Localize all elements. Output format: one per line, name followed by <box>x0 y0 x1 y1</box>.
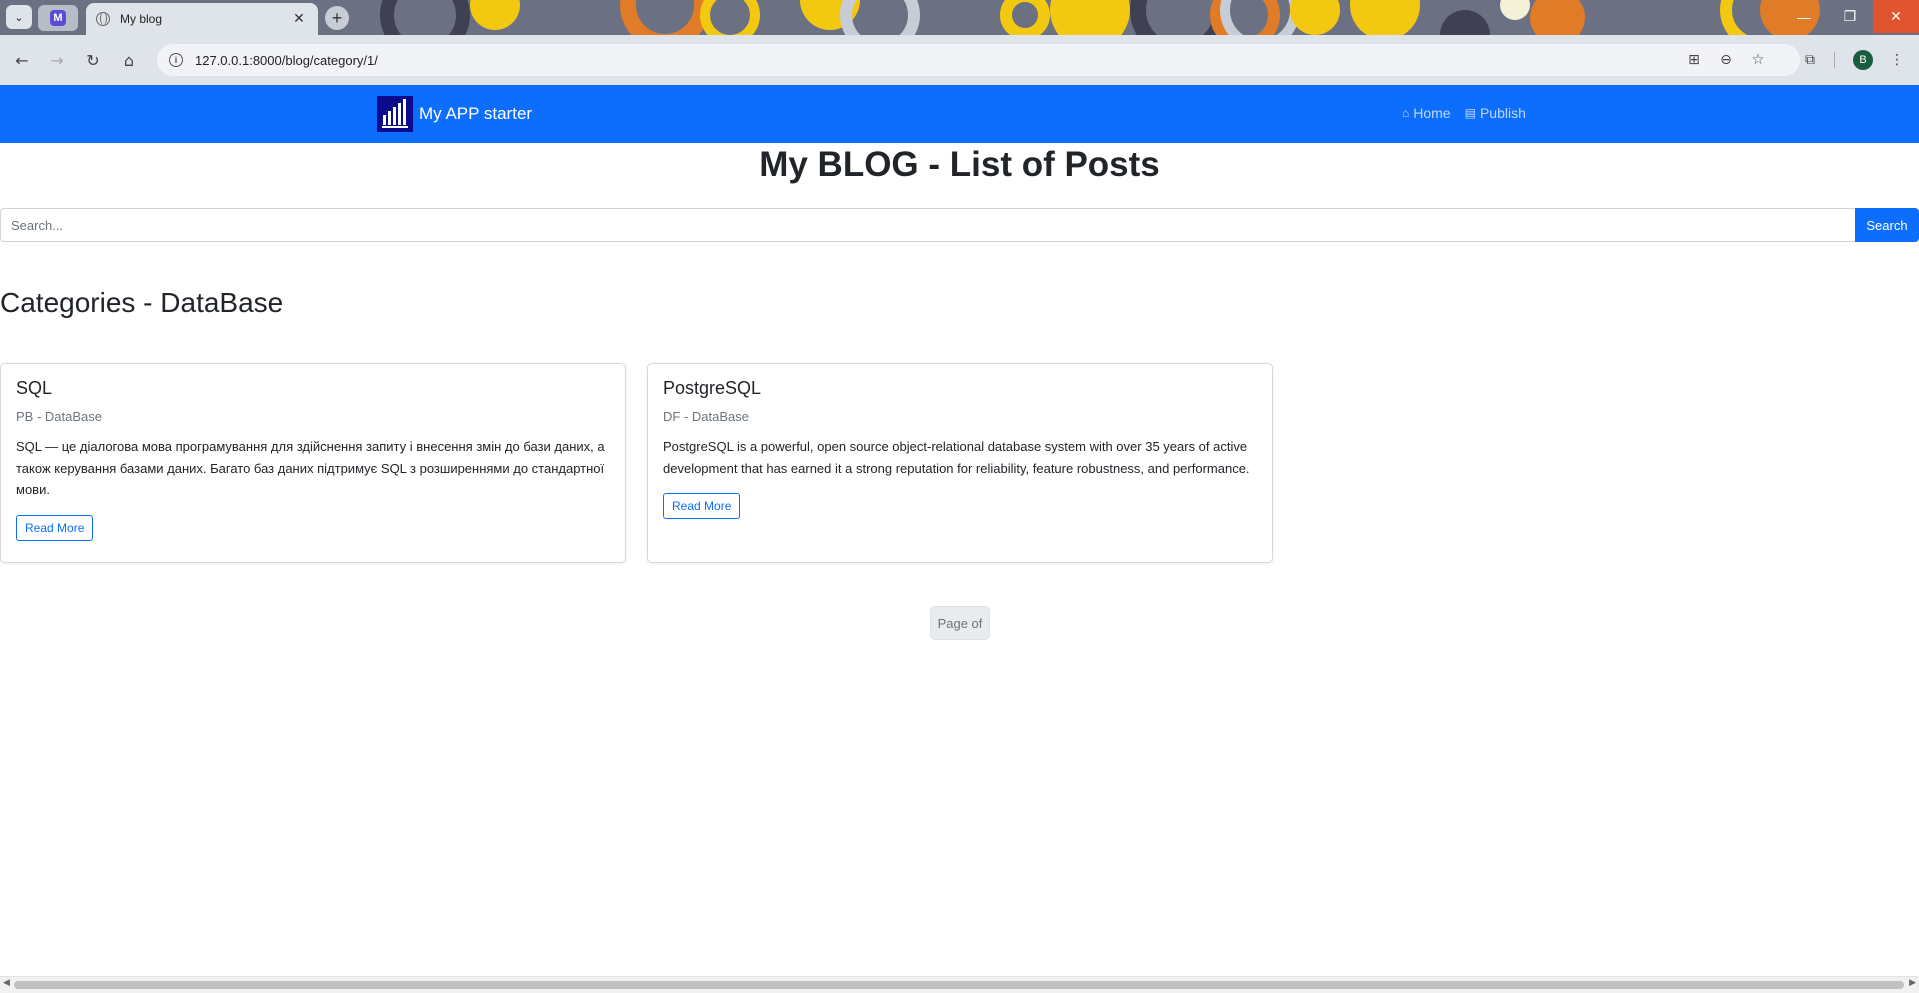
section-heading: Categories - DataBase <box>0 287 284 318</box>
brand-name: My APP starter <box>419 104 533 123</box>
profile-avatar[interactable]: B <box>1853 50 1873 70</box>
nav-link-home[interactable]: ⌂ Home <box>1402 105 1451 121</box>
nav-link-label: Publish <box>1479 105 1526 121</box>
read-more-button[interactable]: Read More <box>16 514 94 541</box>
decor-circle <box>620 0 710 35</box>
site-info-icon[interactable]: i <box>169 53 183 67</box>
scrollbar-thumb[interactable] <box>14 981 1904 989</box>
nav-links: ⌂ Home ▤ Publish <box>1402 105 1526 121</box>
tab-close-icon[interactable]: ✕ <box>290 11 308 27</box>
post-card: SQL PB - DataBase SQL — це діалогова мов… <box>0 363 626 563</box>
window-close-icon[interactable]: ✕ <box>1873 0 1919 33</box>
nav-link-publish[interactable]: ▤ Publish <box>1465 105 1526 121</box>
post-title: PostgreSQL <box>663 378 762 398</box>
window-controls: — ❐ ✕ <box>1781 0 1919 33</box>
reload-icon[interactable]: ↻ <box>83 50 103 70</box>
translate-icon[interactable]: ⊞ <box>1684 50 1704 70</box>
restore-icon[interactable]: ❐ <box>1827 0 1873 33</box>
home-button-icon[interactable]: ⌂ <box>119 50 139 70</box>
extensions-icon[interactable]: ⧉ <box>1800 50 1820 70</box>
tab-search-button[interactable]: ⌄ <box>6 5 32 29</box>
decor-circle <box>1350 0 1420 35</box>
pinned-tab-favicon: M <box>50 10 66 26</box>
pinned-tab[interactable]: M <box>38 5 78 31</box>
decor-circle <box>1290 0 1340 35</box>
url-text: 127.0.0.1:8000/blog/category/1/ <box>195 52 378 68</box>
minimize-icon[interactable]: — <box>1781 0 1827 33</box>
decor-circle <box>1050 0 1130 35</box>
post-card: PostgreSQL DF - DataBase PostgreSQL is a… <box>647 363 1273 563</box>
toolbar-separator <box>1834 52 1835 68</box>
decor-circle <box>470 0 520 30</box>
globe-icon <box>96 12 110 26</box>
search-form: Search <box>0 208 1919 242</box>
zoom-icon[interactable]: ⊖ <box>1716 50 1736 70</box>
brand-link[interactable]: My APP starter <box>377 96 532 132</box>
decor-circle <box>1440 10 1490 35</box>
back-arrow-icon[interactable]: ← <box>12 50 32 70</box>
forward-arrow-icon[interactable]: → <box>47 50 67 70</box>
new-tab-button[interactable]: + <box>325 6 349 30</box>
decor-circle <box>700 0 760 35</box>
address-bar[interactable]: i 127.0.0.1:8000/blog/category/1/ <box>157 44 1800 76</box>
book-icon: ▤ <box>1464 106 1476 120</box>
decor-circle <box>840 0 920 35</box>
scroll-left-icon[interactable]: ◀ <box>3 978 10 988</box>
post-subtitle: DF - DataBase <box>663 409 749 424</box>
read-more-button[interactable]: Read More <box>663 493 741 519</box>
decor-circle <box>1000 0 1050 35</box>
home-icon: ⌂ <box>1402 106 1410 120</box>
decor-circle <box>380 0 470 35</box>
post-title: SQL <box>16 378 53 398</box>
browser-tabstrip: ⌄ M My blog ✕ + — ❐ ✕ <box>0 0 1919 35</box>
site-navbar: My APP starter ⌂ Home ▤ Publish <box>0 85 1919 143</box>
nav-link-label: Home <box>1413 105 1451 121</box>
decor-circle <box>1530 0 1585 35</box>
pagination-current: Page of <box>930 606 990 640</box>
post-excerpt: SQL — це діалогова мова програмування дл… <box>16 439 605 497</box>
chevron-down-icon: ⌄ <box>14 10 24 24</box>
decor-circle <box>1220 0 1300 35</box>
post-excerpt: PostgreSQL is a powerful, open source ob… <box>663 439 1250 476</box>
brand-logo-icon <box>377 96 413 132</box>
menu-kebab-icon[interactable]: ⋮ <box>1887 50 1907 70</box>
search-input[interactable] <box>0 208 1855 242</box>
scroll-right-icon[interactable]: ▶ <box>1909 978 1916 988</box>
browser-toolbar: ← → ↻ ⌂ i 127.0.0.1:8000/blog/category/1… <box>0 35 1919 85</box>
post-subtitle: PB - DataBase <box>16 409 102 424</box>
tab-title: My blog <box>120 12 163 26</box>
bookmark-star-icon[interactable]: ☆ <box>1748 50 1768 70</box>
search-button[interactable]: Search <box>1855 208 1919 242</box>
decor-circle <box>1500 0 1530 20</box>
page-title: My BLOG - List of Posts <box>759 145 1160 184</box>
horizontal-scrollbar[interactable]: ◀ ▶ <box>0 976 1919 993</box>
active-tab[interactable]: My blog ✕ <box>86 3 318 35</box>
